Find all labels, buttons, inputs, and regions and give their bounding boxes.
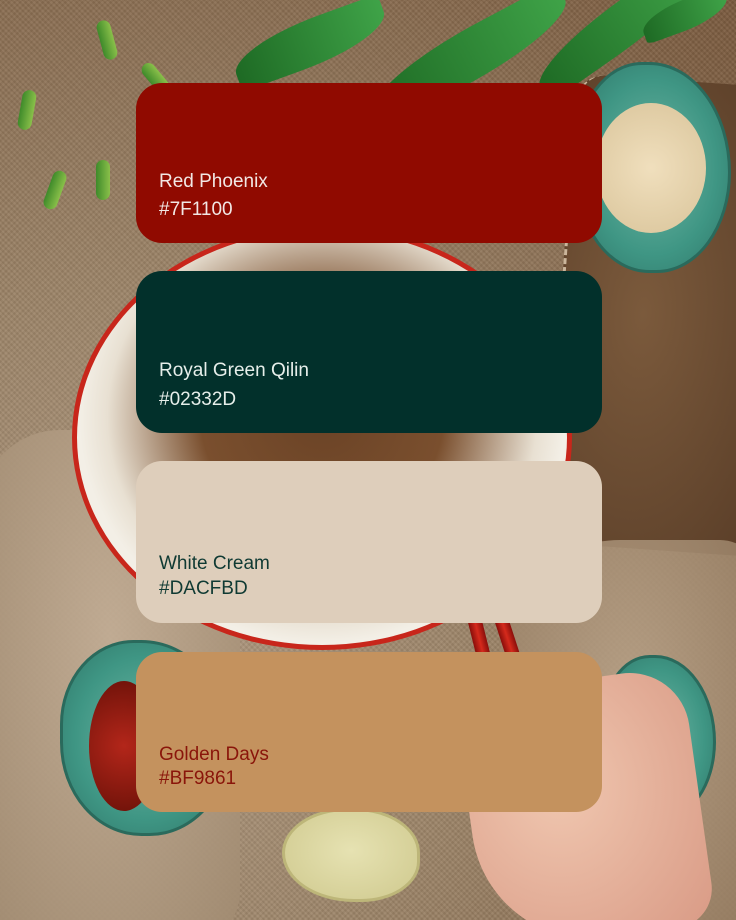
color-card-royal-green-qilin: Royal Green Qilin #02332D — [136, 271, 602, 433]
color-hex: #DACFBD — [159, 578, 248, 599]
sugar — [596, 103, 706, 233]
spoon-icon — [282, 808, 420, 902]
color-hex: #02332D — [159, 389, 237, 410]
color-name: White Cream — [159, 553, 270, 574]
color-card-golden-days: Golden Days #BF9861 — [136, 652, 602, 812]
color-card-red-phoenix: Red Phoenix #7F1100 — [136, 83, 602, 243]
color-name: Royal Green Qilin — [159, 360, 309, 381]
color-card-white-cream: White Cream #DACFBD — [136, 461, 602, 623]
herb-bud-icon — [95, 18, 119, 62]
color-name: Golden Days — [159, 744, 269, 765]
herb-bud-icon — [96, 160, 110, 200]
color-hex: #BF9861 — [159, 768, 237, 789]
color-hex: #7F1100 — [159, 199, 233, 220]
herb-bud-icon — [41, 168, 69, 212]
leaf-icon — [226, 0, 394, 92]
herb-bud-icon — [16, 89, 38, 131]
color-name: Red Phoenix — [159, 171, 268, 192]
